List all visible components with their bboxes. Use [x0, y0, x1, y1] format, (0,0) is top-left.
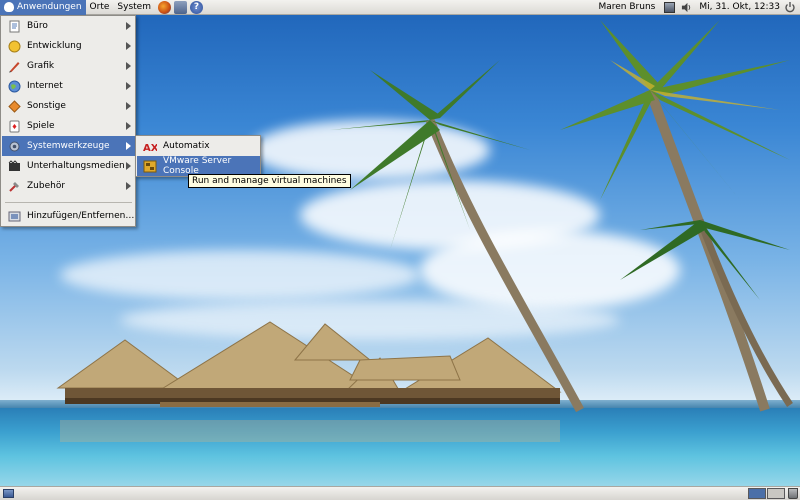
menu-item-system-tools[interactable]: Systemwerkzeuge: [2, 136, 135, 156]
menu-item-label: Büro: [27, 21, 48, 31]
applications-menu[interactable]: Anwendungen: [0, 0, 86, 15]
top-panel: Anwendungen Orte System ? Maren Bruns Mi…: [0, 0, 800, 15]
volume-icon[interactable]: [681, 2, 692, 13]
menu-item-other[interactable]: Sonstige: [2, 96, 135, 116]
games-icon: [9, 120, 20, 132]
menu-item-multimedia[interactable]: Unterhaltungsmedien: [2, 156, 135, 176]
system-menu-label: System: [117, 2, 151, 12]
submenu-arrow-icon: [126, 22, 131, 30]
menu-item-graphics[interactable]: Grafik: [2, 56, 135, 76]
menu-item-label: Sonstige: [27, 101, 66, 111]
graphics-icon: [9, 61, 20, 72]
development-icon: [8, 40, 21, 52]
gnome-foot-icon: [4, 2, 14, 12]
other-icon: [8, 99, 21, 113]
menu-item-development[interactable]: Entwicklung: [2, 36, 135, 56]
submenu-item-label: Automatix: [163, 141, 210, 151]
tooltip: Run and manage virtual machines: [188, 174, 351, 188]
places-menu[interactable]: Orte: [86, 0, 114, 15]
applications-dropdown: Büro Entwicklung Grafik Internet Sonstig…: [0, 15, 136, 227]
applications-menu-label: Anwendungen: [17, 2, 82, 12]
system-tools-submenu: AX Automatix VMware Server Console: [135, 135, 261, 177]
menu-item-office[interactable]: Büro: [2, 16, 135, 36]
submenu-arrow-icon: [126, 62, 131, 70]
submenu-arrow-icon: [126, 182, 131, 190]
show-desktop-button[interactable]: [3, 489, 14, 498]
places-menu-label: Orte: [89, 2, 110, 12]
menu-item-label: Spiele: [27, 121, 55, 131]
internet-icon: [8, 80, 21, 92]
system-menu[interactable]: System: [113, 0, 155, 15]
submenu-item-automatix[interactable]: AX Automatix: [137, 136, 260, 156]
help-icon[interactable]: ?: [189, 0, 203, 14]
office-icon: [9, 20, 20, 32]
menu-item-accessories[interactable]: Zubehör: [2, 176, 135, 196]
system-tools-icon: [9, 141, 20, 151]
menu-item-label: Hinzufügen/Entfernen ...: [27, 211, 135, 221]
menu-item-label: Grafik: [27, 61, 55, 71]
automatix-icon: AX: [143, 143, 157, 153]
network-icon[interactable]: [664, 1, 676, 13]
firefox-icon[interactable]: [157, 0, 171, 14]
multimedia-icon: [8, 159, 20, 171]
user-name[interactable]: Maren Bruns: [592, 2, 661, 12]
workspace-2-button[interactable]: [767, 488, 785, 499]
power-icon[interactable]: [784, 1, 796, 13]
submenu-item-label: VMware Server Console: [163, 156, 232, 176]
menu-item-label: Entwicklung: [27, 41, 82, 51]
submenu-arrow-icon: [126, 82, 131, 90]
clock[interactable]: Mi, 31. Okt, 12:33: [695, 2, 784, 12]
menu-item-label: Unterhaltungsmedien: [27, 161, 125, 171]
workspace-1-button[interactable]: [748, 488, 766, 499]
mail-icon[interactable]: [173, 0, 187, 14]
accessories-icon: [9, 181, 19, 192]
menu-item-label: Systemwerkzeuge: [27, 141, 110, 151]
add-remove-icon: [8, 211, 21, 221]
submenu-arrow-icon: [126, 122, 131, 130]
menu-item-add-remove[interactable]: Hinzufügen/Entfernen ...: [2, 206, 135, 226]
vmware-icon: [143, 160, 157, 172]
menu-item-games[interactable]: Spiele: [2, 116, 135, 136]
submenu-arrow-icon: [126, 142, 131, 150]
submenu-arrow-icon: [126, 162, 131, 170]
menu-item-label: Zubehör: [27, 181, 66, 191]
svg-text:AX: AX: [143, 143, 157, 153]
submenu-arrow-icon: [126, 42, 131, 50]
menu-item-label: Internet: [27, 81, 63, 91]
menu-item-internet[interactable]: Internet: [2, 76, 135, 96]
bottom-panel: [0, 486, 800, 500]
submenu-arrow-icon: [126, 102, 131, 110]
menu-separator: [5, 202, 132, 203]
trash-icon[interactable]: [788, 488, 798, 499]
submenu-item-vmware-server-console[interactable]: VMware Server Console: [137, 156, 260, 176]
